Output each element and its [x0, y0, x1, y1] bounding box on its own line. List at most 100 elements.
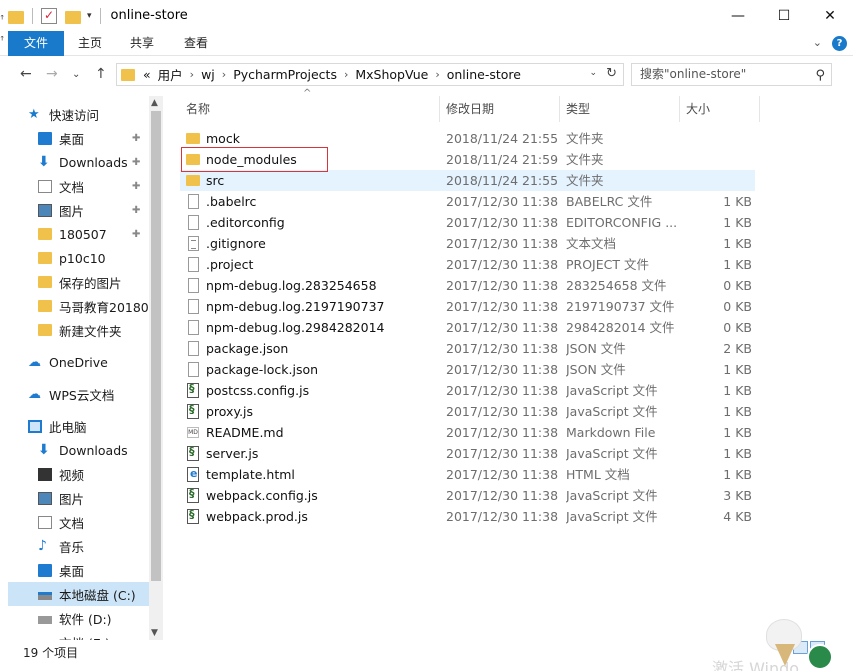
file-row[interactable]: package-lock.json 2017/12/30 11:38 JSON 文件… [180, 359, 755, 380]
search-input[interactable]: 搜索"online-store" ⚲ [631, 63, 832, 86]
tab-file[interactable]: 文件 [8, 31, 64, 56]
breadcrumb-online-store[interactable]: online-store [447, 67, 521, 82]
sidebar-item[interactable]: 马哥教育201806 [8, 294, 149, 318]
refresh-icon[interactable]: ↻ [606, 66, 617, 81]
navigation-pane-scrollbar[interactable]: ▲ ▼ [149, 96, 163, 640]
breadcrumb-users[interactable]: 用户 [158, 65, 183, 84]
forward-button[interactable]: → [46, 66, 58, 82]
sidebar-item[interactable]: 本地磁盘 (C:) [8, 582, 149, 606]
help-icon[interactable]: ? [832, 36, 847, 51]
up-button[interactable]: ↑ [95, 66, 107, 82]
tab-view[interactable]: 查看 [170, 31, 222, 56]
drive-c-icon [38, 591, 52, 600]
recent-locations-button[interactable]: ⌄ [72, 69, 80, 80]
sidebar-item[interactable]: 文档 (E:) [8, 630, 149, 640]
new-folder-icon[interactable] [65, 10, 81, 24]
file-row[interactable]: src 2018/11/24 21:55 文件夹 [180, 170, 755, 191]
sidebar-item[interactable]: ⬇ Downloads ✚ [8, 150, 149, 174]
file-row[interactable]: .project 2017/12/30 11:38 PROJECT 文件 1 KB [180, 254, 755, 275]
file-row[interactable]: .babelrc 2017/12/30 11:38 BABELRC 文件 1 KB [180, 191, 755, 212]
sidebar-item[interactable]: ⬇ Downloads [8, 438, 149, 462]
sidebar-item[interactable]: 桌面 ✚ [8, 126, 149, 150]
file-row[interactable]: webpack.config.js 2017/12/30 11:38 JavaScr… [180, 485, 755, 506]
breadcrumb-separator[interactable]: › [222, 68, 226, 81]
search-icon[interactable]: ⚲ [815, 65, 825, 86]
file-row[interactable]: .editorconfig 2017/12/30 11:38 EDITORCONFI… [180, 212, 755, 233]
html-file-icon [187, 467, 199, 482]
sidebar-item[interactable]: 保存的图片 [8, 270, 149, 294]
column-header-date[interactable]: 修改日期 [440, 96, 560, 122]
close-button[interactable]: ✕ [807, 0, 853, 31]
breadcrumb-separator[interactable]: › [344, 68, 348, 81]
address-dropdown-icon[interactable]: ⌄ [589, 68, 597, 78]
sidebar-item[interactable]: 图片 ✚ [8, 198, 149, 222]
breadcrumb-overflow[interactable]: « [143, 67, 151, 82]
scrollbar-thumb[interactable] [151, 111, 161, 581]
star-icon: ★ [28, 106, 40, 122]
minimize-button[interactable]: — [715, 0, 761, 31]
sidebar-item-label: 本地磁盘 (C:) [59, 587, 136, 603]
search-placeholder: 搜索"online-store" [640, 67, 747, 81]
file-size: 1 KB [723, 194, 752, 209]
quick-access-toolbar-dropdown-icon[interactable]: ▾ [87, 11, 92, 21]
sidebar-item[interactable]: 新建文件夹 [8, 318, 149, 342]
file-size [680, 128, 752, 149]
column-header-type[interactable]: 类型 [560, 96, 680, 122]
file-row[interactable]: package.json 2017/12/30 11:38 JSON 文件 2 KB [180, 338, 755, 359]
scroll-down-icon[interactable]: ▼ [151, 628, 158, 638]
address-folder-icon [121, 68, 135, 81]
sidebar-item[interactable]: 文档 [8, 510, 149, 534]
scroll-up-icon[interactable]: ▲ [151, 98, 158, 108]
title-bar: ▾ online-store — ☐ ✕ [0, 0, 853, 31]
desktop-icon [38, 131, 52, 145]
breadcrumb-separator[interactable]: › [190, 68, 194, 81]
file-date: 2017/12/30 11:38 [446, 488, 559, 503]
sidebar-item[interactable]: 文档 ✚ [8, 174, 149, 198]
sidebar-item[interactable]: 180507 ✚ [8, 222, 149, 246]
drive-icon [38, 639, 52, 640]
breadcrumb-separator[interactable]: › [435, 68, 439, 81]
file-file-icon [188, 215, 199, 230]
tab-share[interactable]: 共享 [118, 31, 166, 56]
properties-icon[interactable] [41, 7, 57, 24]
sidebar-item[interactable]: ☁ OneDrive [8, 350, 149, 374]
file-row[interactable]: npm-debug.log.283254658 2017/12/30 11:38 2… [180, 275, 755, 296]
back-button[interactable]: ← [20, 66, 32, 82]
sidebar-item-label: 文档 [59, 515, 85, 531]
file-row[interactable]: npm-debug.log.2984282014 2017/12/30 11:38… [180, 317, 755, 338]
expand-ribbon-icon[interactable]: ⌄ [813, 36, 822, 51]
file-date: 2017/12/30 11:38 [446, 341, 559, 356]
breadcrumb-mxshopvue[interactable]: MxShopVue [355, 67, 428, 82]
left-window-edge: ꜛ ꜛ [0, 13, 8, 640]
file-row[interactable]: webpack.prod.js 2017/12/30 11:38 JavaScrip… [180, 506, 755, 527]
breadcrumb-wj[interactable]: wj [201, 67, 215, 82]
file-row[interactable]: template.html 2017/12/30 11:38 HTML 文档 1 KB [180, 464, 755, 485]
address-bar[interactable]: « 用户 › wj › PycharmProjects › MxShopVue … [116, 63, 624, 86]
download-icon: ⬇ [38, 153, 50, 170]
sidebar-item[interactable]: 桌面 [8, 558, 149, 582]
breadcrumb-pycharmprojects[interactable]: PycharmProjects [233, 67, 337, 82]
file-row[interactable]: .gitignore 2017/12/30 11:38 文本文档 1 KB [180, 233, 755, 254]
column-header-size[interactable]: 大小 [680, 96, 760, 122]
file-row[interactable]: mock 2018/11/24 21:55 文件夹 [180, 128, 755, 149]
sidebar-item[interactable]: 此电脑 [8, 414, 149, 438]
sidebar-item[interactable]: ☁ WPS云文档 [8, 382, 149, 406]
maximize-button[interactable]: ☐ [761, 0, 807, 31]
sidebar-item[interactable]: 软件 (D:) [8, 606, 149, 630]
file-date: 2017/12/30 11:38 [446, 404, 559, 419]
file-row[interactable]: postcss.config.js 2017/12/30 11:38 JavaScr… [180, 380, 755, 401]
sidebar-item[interactable]: ♪ 音乐 [8, 534, 149, 558]
sidebar-item[interactable]: 视频 [8, 462, 149, 486]
file-row[interactable]: MD README.md 2017/12/30 11:38 Markdown File… [180, 422, 755, 443]
file-row[interactable]: npm-debug.log.2197190737 2017/12/30 11:38… [180, 296, 755, 317]
sidebar-item[interactable]: ★ 快速访问 [8, 102, 149, 126]
file-type: 2197190737 文件 [566, 299, 675, 314]
file-row[interactable]: proxy.js 2017/12/30 11:38 JavaScript 文件 1 K… [180, 401, 755, 422]
drive-icon [38, 615, 52, 624]
file-row[interactable]: server.js 2017/12/30 11:38 JavaScript 文件 1 … [180, 443, 755, 464]
column-header-name[interactable]: 名称 [180, 96, 440, 122]
sidebar-item[interactable]: 图片 [8, 486, 149, 510]
cloud-icon: ☁ [28, 386, 41, 402]
tab-home[interactable]: 主页 [66, 31, 114, 56]
sidebar-item[interactable]: p10c10 [8, 246, 149, 270]
